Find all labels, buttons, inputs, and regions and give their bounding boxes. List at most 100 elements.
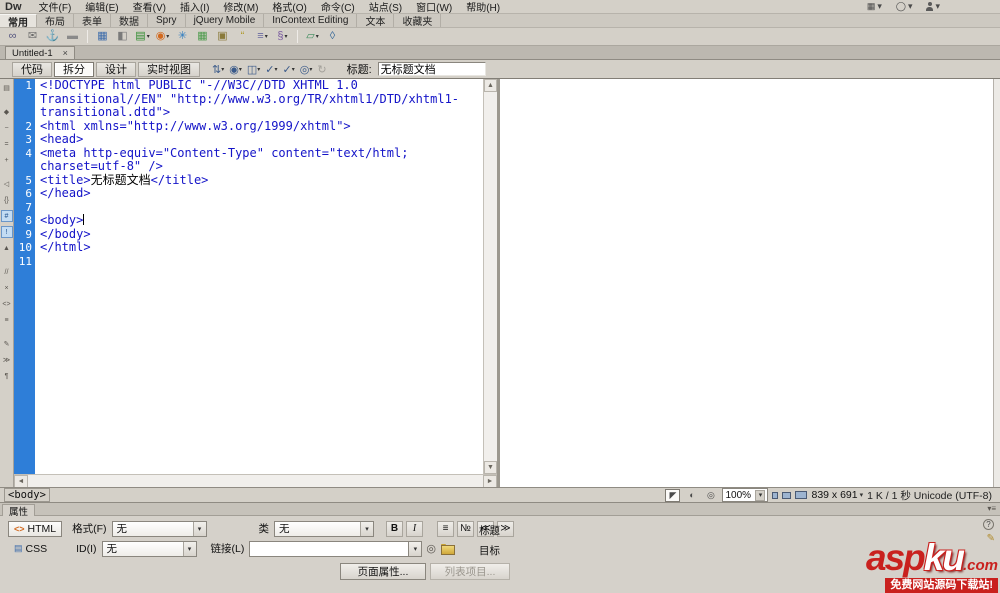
- design-view-button[interactable]: 设计: [96, 61, 136, 77]
- date-icon[interactable]: ▦: [194, 29, 211, 44]
- table-icon[interactable]: ▦: [94, 29, 111, 44]
- email-link-icon[interactable]: ✉: [24, 29, 41, 44]
- line-numbers-icon[interactable]: #: [0, 210, 13, 222]
- magnification-select[interactable]: 100% ▾: [722, 488, 769, 502]
- tag-chooser-icon[interactable]: ◊: [324, 29, 341, 44]
- open-documents-icon[interactable]: ▤: [1, 82, 13, 94]
- scroll-down-icon[interactable]: ▼: [484, 461, 497, 474]
- workspace-switcher-icon[interactable]: ▦ ▾: [867, 1, 882, 12]
- collapse-selection-icon[interactable]: =: [1, 138, 13, 150]
- window-size-select[interactable]: 839 x 691 ▾: [811, 489, 863, 501]
- named-anchor-icon[interactable]: ⚓: [44, 29, 61, 44]
- desktop-size-icon[interactable]: [795, 491, 808, 499]
- templates-icon[interactable]: ▱ ▾: [304, 29, 321, 44]
- italic-button[interactable]: I: [406, 520, 424, 537]
- format-source-code-icon[interactable]: ¶: [1, 370, 13, 382]
- cs-live-user-icon[interactable]: ▾: [926, 1, 940, 12]
- balance-braces-icon[interactable]: {}: [1, 194, 13, 206]
- show-code-navigator-icon[interactable]: ◆: [1, 106, 13, 118]
- images-icon[interactable]: ▤ ▾: [134, 29, 151, 44]
- hand-tool-icon[interactable]: ◐: [684, 489, 699, 502]
- apply-comment-icon[interactable]: //: [1, 266, 13, 278]
- link-dropdown-icon[interactable]: ▾: [409, 540, 423, 557]
- horizontal-rule-icon[interactable]: ▬: [64, 29, 81, 44]
- code-horizontal-scrollbar[interactable]: ◄ ►: [14, 474, 497, 488]
- highlight-invalid-code-icon[interactable]: !: [0, 226, 13, 238]
- syntax-error-alerts-icon[interactable]: ▲: [1, 242, 13, 254]
- insert-tab-data[interactable]: 数据: [111, 14, 148, 28]
- code-view[interactable]: 1 <!DOCTYPE html PUBLIC "-//W3C//DTD XHTM…: [14, 79, 483, 474]
- menu-commands[interactable]: 命令(C): [314, 0, 362, 14]
- properties-panel-tab[interactable]: 属性: [2, 504, 36, 518]
- point-to-file-icon[interactable]: ◎: [426, 542, 436, 555]
- format-select[interactable]: 无 ▾: [111, 520, 207, 537]
- insert-tab-layout[interactable]: 布局: [37, 14, 74, 28]
- tag-selector-body[interactable]: <body>: [4, 488, 50, 502]
- select-parent-tag-icon[interactable]: ◁: [1, 178, 13, 190]
- css-mode-button[interactable]: ▤ CSS: [8, 541, 53, 557]
- server-side-include-icon[interactable]: ▣: [214, 29, 231, 44]
- check-browser-compat-icon[interactable]: ✓ ▾: [283, 63, 295, 76]
- menu-file[interactable]: 文件(F): [32, 0, 79, 14]
- widget-icon[interactable]: ✳: [174, 29, 191, 44]
- close-icon[interactable]: ×: [63, 48, 68, 58]
- move-css-icon[interactable]: ✎: [1, 338, 13, 350]
- menu-format[interactable]: 格式(O): [265, 0, 313, 14]
- ordered-list-icon[interactable]: №: [457, 520, 475, 537]
- quick-tag-edit-icon[interactable]: ✎: [987, 533, 995, 544]
- id-select[interactable]: 无 ▾: [101, 540, 197, 557]
- menu-edit[interactable]: 编辑(E): [78, 0, 125, 14]
- insert-tab-jquery-mobile[interactable]: jQuery Mobile: [186, 14, 265, 27]
- file-management-icon[interactable]: ⇅ ▾: [212, 63, 224, 76]
- comment-icon[interactable]: “: [234, 29, 251, 44]
- bold-button[interactable]: B: [386, 520, 404, 537]
- extension-manager-icon[interactable]: ◯ ▾: [896, 1, 913, 12]
- zoom-tool-icon[interactable]: ◎: [703, 489, 718, 502]
- mobile-size-icon[interactable]: [772, 491, 779, 499]
- wrap-tag-icon[interactable]: <>: [1, 298, 13, 310]
- remove-comment-icon[interactable]: ×: [1, 282, 13, 294]
- insert-tab-forms[interactable]: 表单: [74, 14, 111, 28]
- head-icon[interactable]: ≡ ▾: [254, 29, 271, 44]
- code-vertical-scrollbar[interactable]: ▲ ▼: [483, 79, 497, 474]
- hyperlink-icon[interactable]: ∞: [4, 29, 21, 44]
- design-view[interactable]: [500, 79, 993, 488]
- page-properties-button[interactable]: 页面属性...: [340, 563, 426, 580]
- insert-tab-incontext-editing[interactable]: InContext Editing: [264, 14, 358, 27]
- w3c-validation-icon[interactable]: ✓ ▾: [265, 63, 277, 76]
- unordered-list-icon[interactable]: ≡: [437, 520, 455, 537]
- insert-tab-spry[interactable]: Spry: [148, 14, 186, 27]
- menu-insert[interactable]: 插入(I): [173, 0, 216, 14]
- menu-help[interactable]: 帮助(H): [459, 0, 507, 14]
- insert-div-icon[interactable]: ◧: [114, 29, 131, 44]
- link-input[interactable]: [249, 540, 410, 557]
- menu-site[interactable]: 站点(S): [362, 0, 409, 14]
- scroll-up-icon[interactable]: ▲: [484, 79, 497, 92]
- document-tab[interactable]: Untitled-1 ×: [5, 46, 75, 59]
- preview-in-browser-icon[interactable]: ◉ ▾: [229, 63, 242, 76]
- browse-folder-icon[interactable]: [440, 543, 455, 555]
- class-select[interactable]: 无 ▾: [274, 520, 375, 537]
- script-icon[interactable]: § ▾: [274, 29, 291, 44]
- recent-snippets-icon[interactable]: ≡: [1, 314, 13, 326]
- insert-tab-common[interactable]: 常用: [0, 14, 37, 29]
- visual-aids-icon[interactable]: ◎ ▾: [300, 63, 313, 76]
- multiscreen-preview-icon[interactable]: ◫ ▾: [247, 63, 260, 76]
- expand-all-icon[interactable]: +: [1, 154, 13, 166]
- split-view-button[interactable]: 拆分: [54, 61, 94, 77]
- menu-window[interactable]: 窗口(W): [409, 0, 459, 14]
- media-icon[interactable]: ◉ ▾: [154, 29, 171, 44]
- collapse-full-tag-icon[interactable]: −: [1, 122, 13, 134]
- insert-tab-text[interactable]: 文本: [357, 14, 395, 28]
- design-vertical-scrollbar[interactable]: [993, 79, 1000, 488]
- pointer-tool-icon[interactable]: ◤: [665, 488, 681, 502]
- panel-menu-icon[interactable]: ▾≡: [987, 504, 996, 513]
- live-view-button[interactable]: 实时视图: [138, 61, 200, 77]
- tablet-size-icon[interactable]: [782, 491, 792, 499]
- help-icon[interactable]: ?: [983, 519, 994, 530]
- menu-modify[interactable]: 修改(M): [216, 0, 265, 14]
- menu-view[interactable]: 查看(V): [126, 0, 173, 14]
- code-view-button[interactable]: 代码: [12, 61, 52, 77]
- indent-code-icon[interactable]: ≫: [1, 354, 13, 366]
- doc-title-input[interactable]: [377, 62, 486, 76]
